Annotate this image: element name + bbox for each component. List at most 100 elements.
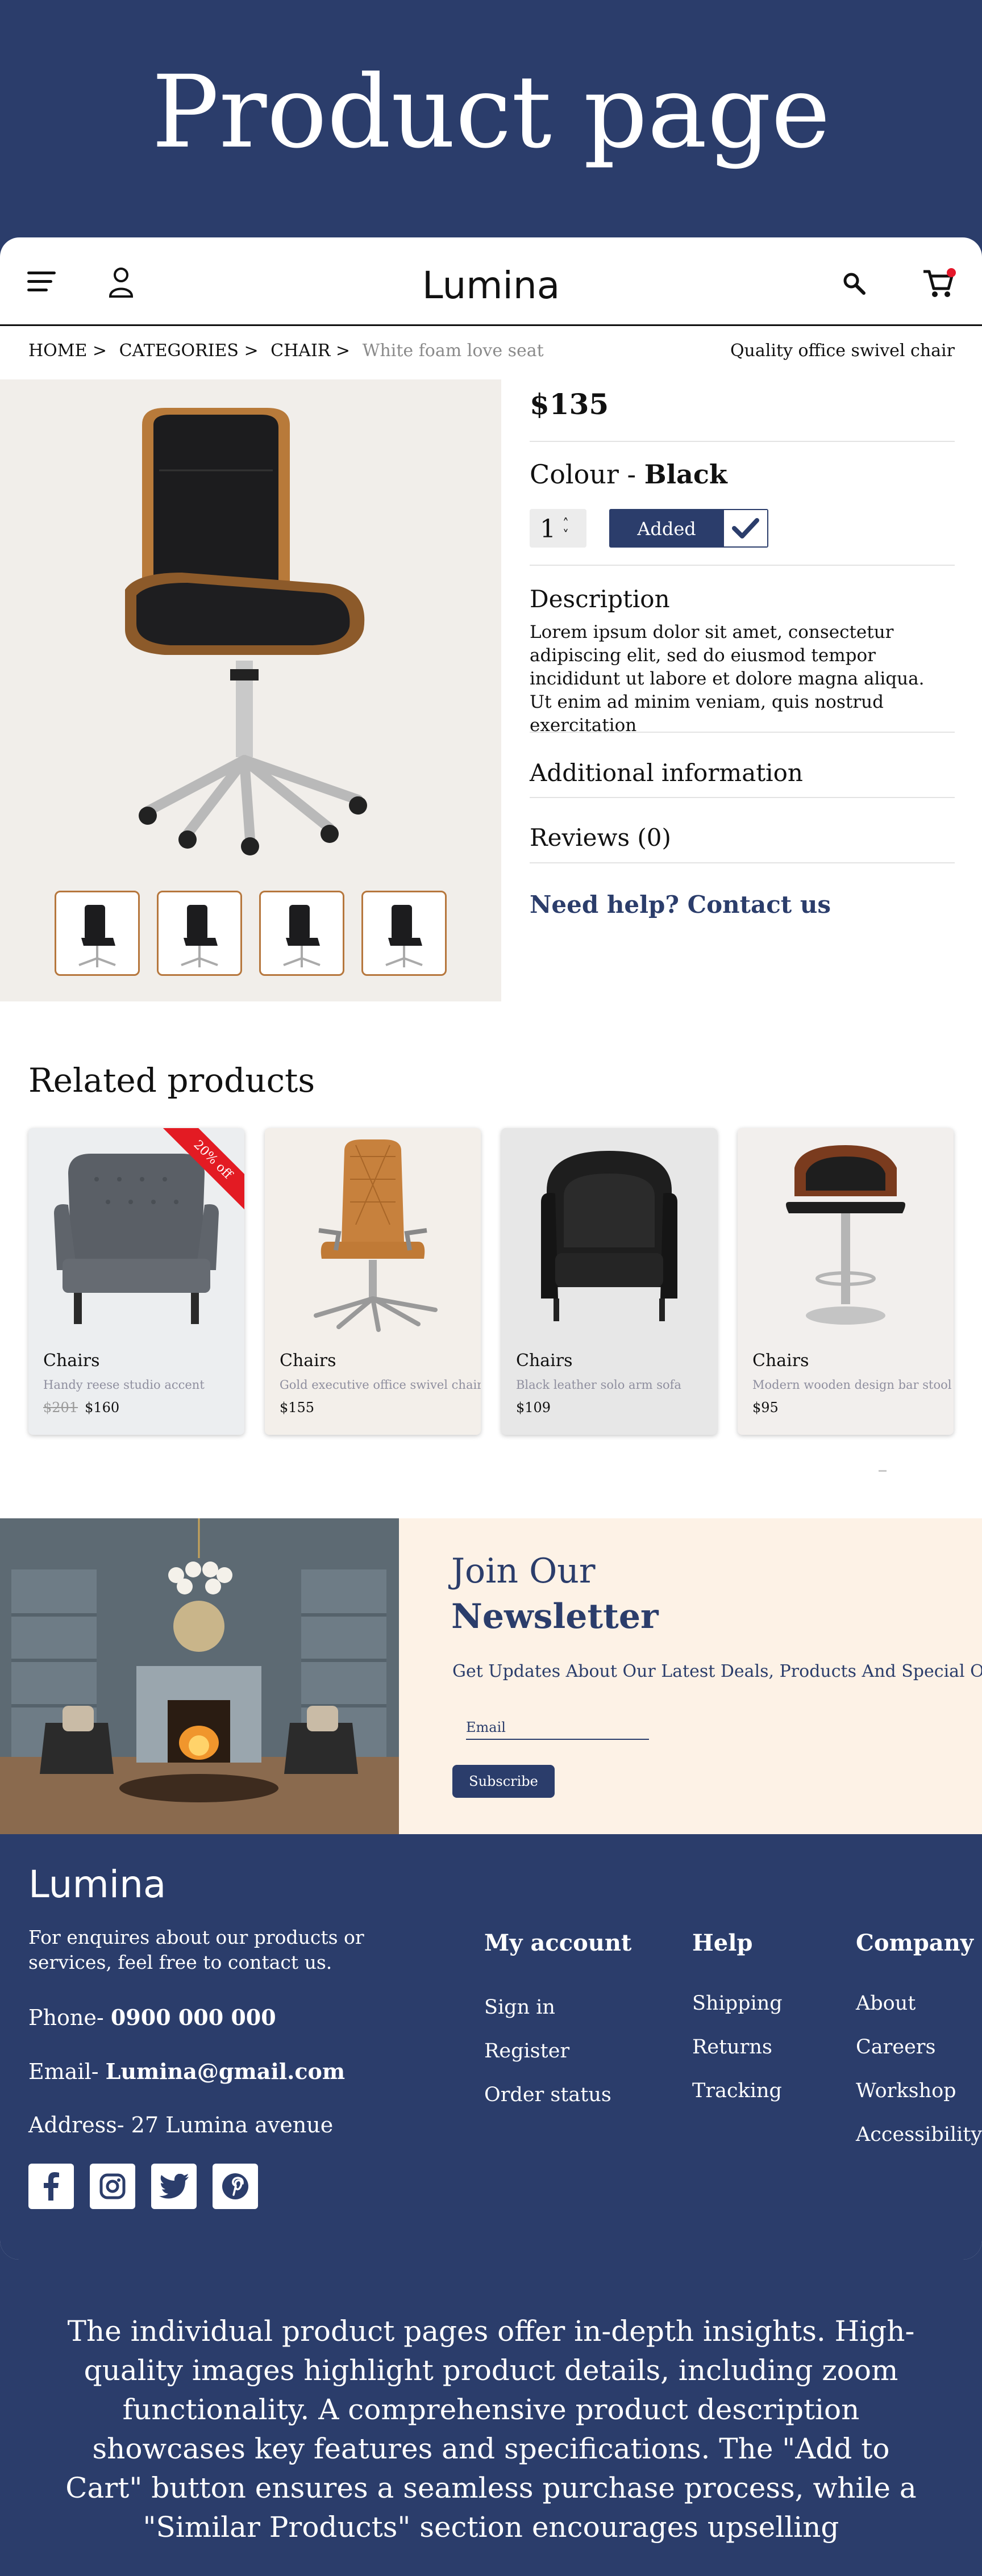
footer-link-tracking[interactable]: Tracking: [692, 2080, 782, 2102]
site-logo[interactable]: Lumina: [0, 264, 982, 307]
quantity-stepper[interactable]: 1 ˄ ˅: [530, 509, 586, 548]
product-image: [314, 1139, 438, 1332]
product-main-image[interactable]: [91, 402, 409, 857]
divider: [530, 732, 955, 733]
product-description: Gold executive office swivel chair: [280, 1378, 481, 1392]
description-text: Lorem ipsum dolor sit amet, consectetur …: [530, 622, 925, 736]
product-image: [786, 1145, 905, 1325]
breadcrumb: HOME > CATEGORIES > CHAIR > White foam l…: [28, 341, 544, 361]
product-image: [541, 1151, 677, 1321]
related-product-card[interactable]: 20% off Chairs Handy reese studio accent…: [28, 1128, 244, 1435]
footer-column-title: Help: [692, 1930, 753, 1956]
facebook-icon[interactable]: [28, 2164, 74, 2209]
instagram-icon[interactable]: [90, 2164, 135, 2209]
twitter-icon[interactable]: [151, 2164, 197, 2209]
footer-phone: Phone- 0900 000 000: [28, 2005, 276, 2030]
reviews-tab[interactable]: Reviews (0): [530, 824, 671, 851]
email-label: Email-: [28, 2059, 99, 2084]
colour-value: Black: [644, 459, 727, 490]
check-icon: [723, 510, 767, 546]
divider: [530, 441, 955, 442]
product-price: $109: [516, 1400, 551, 1416]
newsletter-section: Join Our Newsletter Get Updates About Ou…: [0, 1518, 982, 1834]
product-current-price: $109: [516, 1400, 551, 1416]
colour-selector: Colour - Black: [530, 459, 727, 490]
product-thumbnail[interactable]: [259, 891, 344, 976]
product-category: Chairs: [752, 1351, 809, 1371]
carousel-indicator[interactable]: [879, 1470, 887, 1472]
product-price: $155: [280, 1400, 314, 1416]
breadcrumb-chair[interactable]: CHAIR >: [271, 341, 350, 361]
email-value[interactable]: Lumina@gmail.com: [106, 2059, 345, 2084]
footer-link-register[interactable]: Register: [484, 2040, 569, 2063]
product-old-price: $201: [43, 1400, 78, 1416]
footer-link-careers[interactable]: Careers: [856, 2036, 936, 2059]
cart-notification-dot: [947, 268, 956, 277]
newsletter-title: Join Our: [451, 1551, 596, 1591]
related-product-card[interactable]: Chairs Black leather solo arm sofa $109: [501, 1128, 717, 1435]
additional-information-tab[interactable]: Additional information: [530, 759, 803, 787]
divider: [530, 565, 955, 566]
footer-logo[interactable]: Lumina: [28, 1863, 166, 1906]
site-footer: Lumina For enquires about our products o…: [0, 1834, 982, 2260]
product-current-price: $95: [752, 1400, 779, 1416]
subscribe-button[interactable]: Subscribe: [452, 1765, 555, 1798]
page-summary-text: The individual product pages offer in-de…: [65, 2315, 917, 2544]
related-product-card[interactable]: Chairs Gold executive office swivel chai…: [265, 1128, 481, 1435]
footer-link-workshop[interactable]: Workshop: [856, 2080, 956, 2102]
footer-link-returns[interactable]: Returns: [692, 2036, 772, 2059]
phone-label: Phone-: [28, 2005, 104, 2030]
product-price: $95: [752, 1400, 779, 1416]
product-subtitle: Quality office swivel chair: [730, 341, 955, 361]
add-to-cart-label: Added: [637, 518, 696, 540]
chevron-down-icon[interactable]: ˅: [563, 528, 569, 542]
footer-column-title: Company: [856, 1930, 974, 1956]
product-description: Modern wooden design bar stool: [752, 1378, 952, 1392]
search-icon[interactable]: [841, 270, 867, 297]
product-thumbnail[interactable]: [361, 891, 447, 976]
product-price: $135: [530, 387, 609, 421]
contact-help-link[interactable]: Need help? Contact us: [530, 891, 831, 918]
footer-about: For enquires about our products or servi…: [28, 1926, 364, 1973]
add-to-cart-button[interactable]: Added: [609, 509, 768, 548]
related-products-title: Related products: [28, 1061, 315, 1100]
footer-column-title: My account: [484, 1930, 632, 1956]
site-header: Lumina: [0, 237, 982, 326]
product-gallery: [0, 379, 501, 1001]
product-category: Chairs: [280, 1351, 336, 1371]
footer-link-accessibility[interactable]: Accessibility: [856, 2123, 982, 2146]
product-current-price: $160: [85, 1400, 120, 1416]
breadcrumb-current: White foam love seat: [362, 341, 544, 361]
product-category: Chairs: [516, 1351, 573, 1371]
product-description: Handy reese studio accent: [43, 1378, 205, 1392]
colour-label: Colour -: [530, 459, 636, 490]
product-page-card: Lumina HOME > CATEGORIES > CHAIR > White…: [0, 237, 982, 2260]
divider: [530, 862, 955, 863]
pinterest-icon[interactable]: [213, 2164, 258, 2209]
product-category: Chairs: [43, 1351, 100, 1371]
product-price: $201 $160: [43, 1400, 119, 1416]
page-title: Product page: [151, 54, 831, 170]
product-description: Black leather solo arm sofa: [516, 1378, 681, 1392]
product-current-price: $155: [280, 1400, 315, 1416]
cart-icon[interactable]: [921, 267, 956, 300]
email-field[interactable]: [466, 1716, 649, 1740]
divider: [530, 797, 955, 798]
newsletter-title-strong: Newsletter: [451, 1597, 659, 1636]
footer-link-order-status[interactable]: Order status: [484, 2084, 611, 2106]
living-room-image: [0, 1518, 399, 1834]
phone-value[interactable]: 0900 000 000: [111, 2005, 276, 2030]
footer-email: Email- Lumina@gmail.com: [28, 2059, 345, 2084]
breadcrumb-categories[interactable]: CATEGORIES >: [119, 341, 259, 361]
product-thumbnail[interactable]: [55, 891, 140, 976]
footer-address: Address- 27 Lumina avenue: [28, 2112, 334, 2137]
footer-link-sign-in[interactable]: Sign in: [484, 1996, 555, 2019]
product-thumbnail[interactable]: [157, 891, 242, 976]
quantity-value: 1: [540, 515, 556, 544]
footer-link-shipping[interactable]: Shipping: [692, 1992, 783, 2015]
related-product-card[interactable]: Chairs Modern wooden design bar stool $9…: [738, 1128, 954, 1435]
footer-link-about[interactable]: About: [856, 1992, 916, 2015]
breadcrumb-home[interactable]: HOME >: [28, 341, 107, 361]
description-title: Description: [530, 585, 670, 613]
newsletter-subtitle: Get Updates About Our Latest Deals, Prod…: [452, 1661, 982, 1681]
